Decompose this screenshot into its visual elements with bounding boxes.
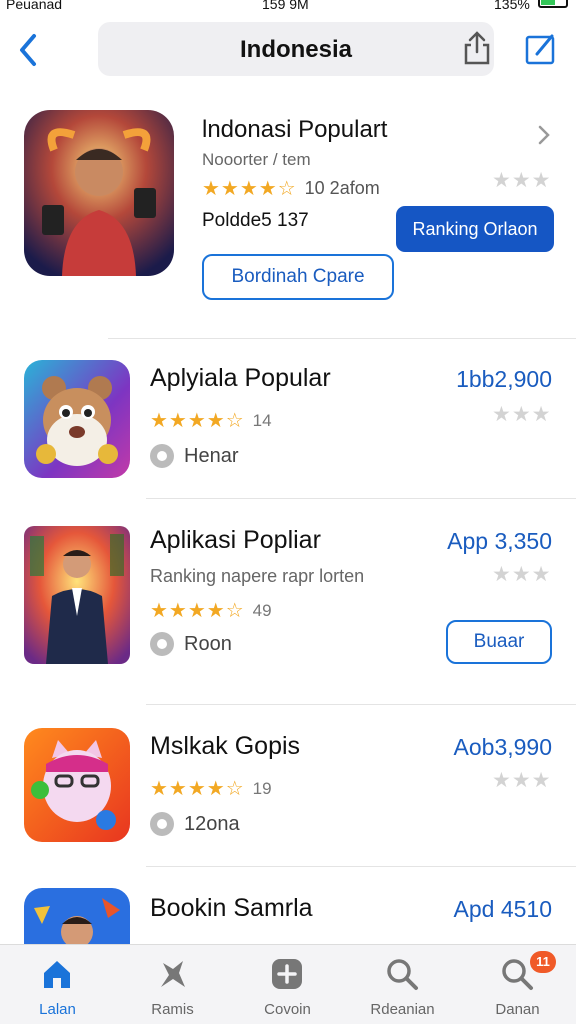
tab-search[interactable]: Rdeanian: [345, 945, 460, 1024]
info-circle-icon: [150, 444, 174, 468]
status-bar: Peuanad 159 9M 135%: [0, 0, 576, 14]
search-icon: [387, 959, 418, 990]
bordinah-button[interactable]: Bordinah Cpare: [202, 254, 394, 300]
ghost-stars-icon: ★★★: [492, 563, 552, 586]
app-price-4[interactable]: Apd 4510: [454, 896, 552, 923]
share-button[interactable]: [462, 30, 492, 66]
rating-count: 49: [252, 600, 272, 620]
tab-label: Covoin: [264, 1001, 311, 1018]
app-meta-text: 12ona: [184, 812, 240, 835]
divider: [108, 338, 576, 339]
notification-badge: 11: [530, 951, 556, 973]
nav-bar: Indonesia: [0, 18, 576, 78]
tab-games[interactable]: Ramis: [115, 945, 230, 1024]
battery-icon: [538, 0, 568, 8]
games-icon: [161, 961, 185, 987]
home-icon: [44, 961, 70, 988]
tab-home[interactable]: Lalan: [0, 945, 115, 1024]
featured-subtitle: Nooorter / tem: [202, 150, 311, 169]
divider: [146, 866, 576, 867]
divider: [146, 704, 576, 705]
app-name-2[interactable]: Aplikasi Popliar: [150, 526, 321, 555]
tab-updates[interactable]: 11 Danan: [460, 945, 575, 1024]
divider: [146, 498, 576, 499]
app-icon-1[interactable]: [24, 360, 130, 478]
ghost-stars-icon: ★★★: [492, 169, 552, 192]
app-meta-text: Henar: [184, 444, 239, 467]
share-icon: [464, 31, 490, 65]
app-icon-4[interactable]: [24, 888, 130, 944]
app-name-4[interactable]: Bookin Samrla: [150, 894, 313, 923]
carrier-label: Peuanad: [6, 0, 63, 12]
app-icon-3[interactable]: [24, 728, 130, 842]
app-price-2[interactable]: App 3,350: [447, 528, 552, 555]
ghost-stars-icon: ★★★: [492, 769, 552, 792]
app-name-1[interactable]: Aplyiala Popular: [150, 364, 331, 393]
title-pill[interactable]: Indonesia: [98, 22, 494, 76]
app-rating-2: ★★★★☆ 49: [150, 598, 272, 623]
featured-rating: ★★★★☆ 10 2afom: [202, 176, 380, 201]
app-meta-1: Henar: [150, 444, 238, 468]
tab-label: Danan: [495, 1001, 540, 1018]
app-icon-2[interactable]: [24, 526, 130, 664]
chevron-right-icon[interactable]: [536, 124, 552, 146]
app-description-2: Ranking napere rapr lorten: [150, 566, 365, 586]
star-rating-icon: ★★★★☆: [202, 178, 297, 200]
ghost-stars-icon: ★★★: [492, 403, 552, 426]
rating-count: 19: [252, 778, 272, 798]
featured-price: Poldde5 137: [202, 210, 309, 231]
app-price-3[interactable]: Aob3,990: [454, 734, 552, 761]
hamster-artwork: [24, 360, 130, 478]
chevron-left-icon: [20, 34, 36, 66]
get-button[interactable]: Buaar: [446, 620, 552, 664]
featured-app-icon[interactable]: [24, 110, 174, 276]
battery-percent: 135%: [494, 0, 530, 12]
star-rating-icon: ★★★★☆: [150, 600, 245, 622]
info-circle-icon: [150, 632, 174, 656]
info-circle-icon: [150, 812, 174, 836]
star-rating-icon: ★★★★☆: [150, 410, 245, 432]
add-icon: [272, 959, 302, 989]
rating-count: 14: [252, 410, 272, 430]
book-artwork: [24, 888, 130, 944]
app-name-3[interactable]: Mslkak Gopis: [150, 732, 300, 761]
cat-artwork: [24, 728, 130, 842]
app-meta-3: 12ona: [150, 812, 240, 836]
businessman-artwork: [24, 526, 130, 664]
app-rating-1: ★★★★☆ 14: [150, 408, 272, 433]
featured-title[interactable]: lndonasi Populart: [202, 116, 387, 144]
app-meta-text: Roon: [184, 632, 232, 655]
clock-label: 159 9M: [262, 0, 309, 12]
star-rating-icon: ★★★★☆: [150, 778, 245, 800]
featured-artwork: [24, 110, 174, 276]
app-price-1[interactable]: 1bb2,900: [456, 366, 552, 393]
featured-rating-text: 10 2afom: [304, 178, 380, 198]
compose-button[interactable]: [524, 32, 558, 66]
back-button[interactable]: [14, 30, 42, 70]
compose-icon: [525, 34, 555, 65]
tab-label: Lalan: [39, 1001, 76, 1018]
tab-label: Rdeanian: [370, 1001, 435, 1018]
search-badge-icon: [502, 959, 533, 990]
tab-label: Ramis: [151, 1001, 194, 1018]
tab-bar: Lalan Ramis Covoin Rdeanian 11 Danan: [0, 944, 576, 1024]
tab-add[interactable]: Covoin: [230, 945, 345, 1024]
app-meta-2: Roon: [150, 632, 232, 656]
ranking-button[interactable]: Ranking Orlaon: [396, 206, 554, 252]
page-title: Indonesia: [239, 36, 353, 63]
app-rating-3: ★★★★☆ 19: [150, 776, 272, 801]
